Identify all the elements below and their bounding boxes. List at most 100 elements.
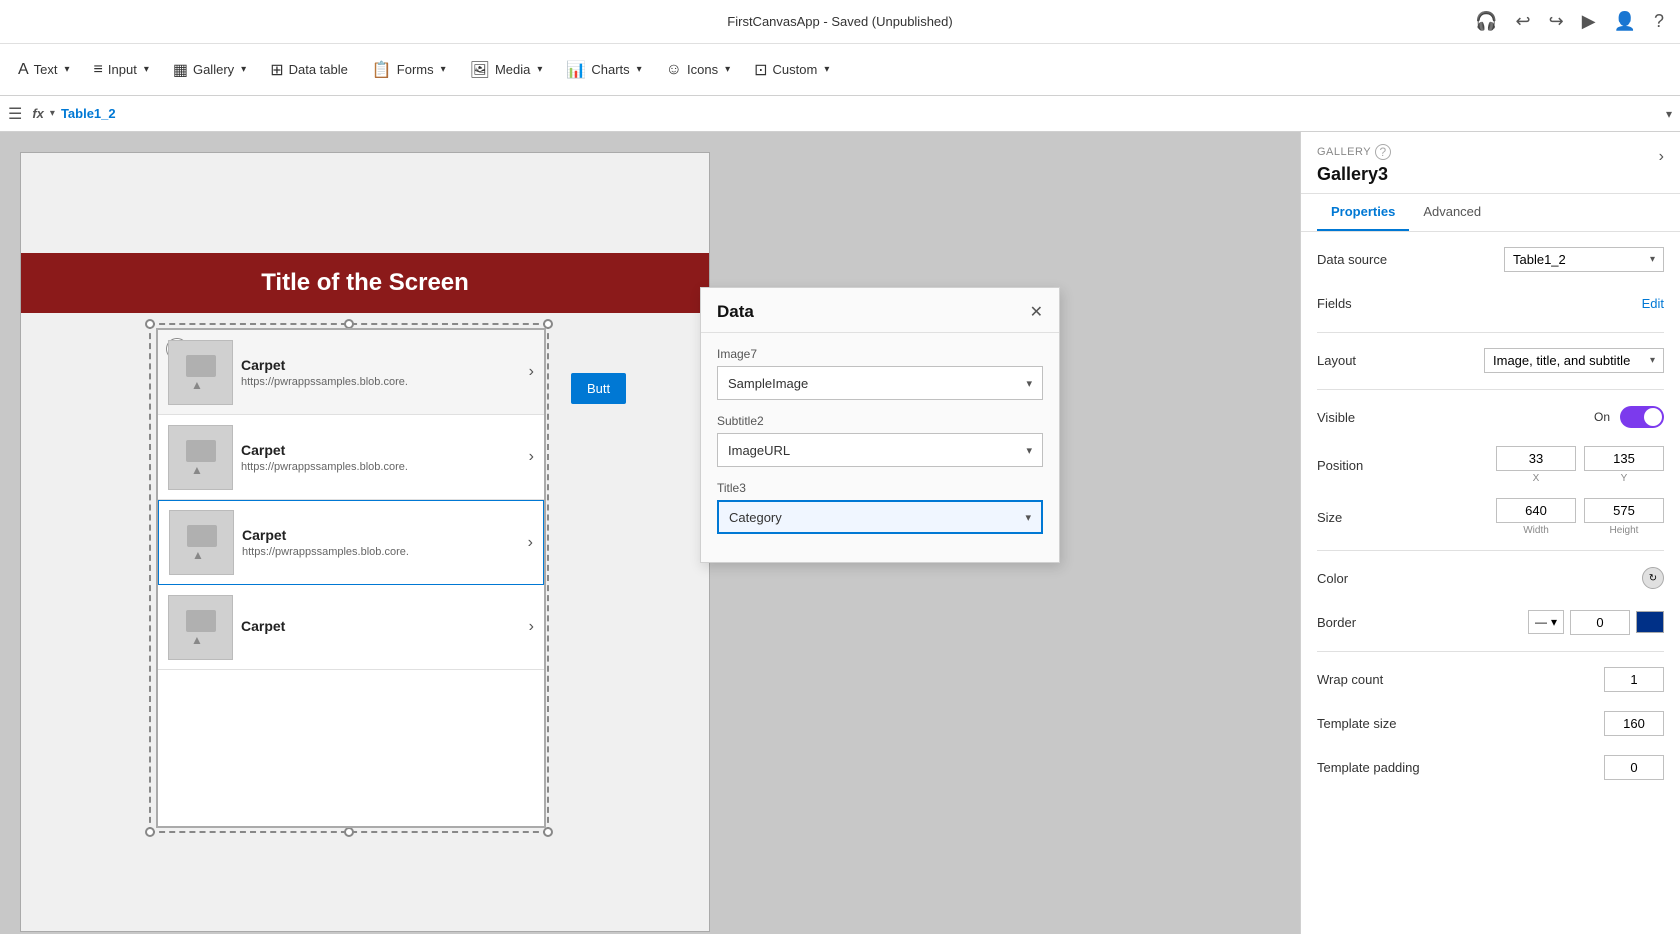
hamburger-icon[interactable]: ☰ xyxy=(8,104,22,124)
gallery-chevron: ▾ xyxy=(241,64,246,75)
prop-layout-arrow: ▾ xyxy=(1650,355,1655,366)
canvas-area[interactable]: Title of the Screen ✎ Carpet xyxy=(0,132,1300,934)
tab-advanced[interactable]: Advanced xyxy=(1409,194,1495,231)
handle-br[interactable] xyxy=(543,827,553,837)
text-label: Text xyxy=(34,62,58,77)
prop-fields-edit[interactable]: Edit xyxy=(1642,296,1664,311)
gallery-button[interactable]: ▦ Gallery ▾ xyxy=(163,54,256,86)
prop-templatesize-label: Template size xyxy=(1317,716,1437,731)
gallery-image-0 xyxy=(168,340,233,405)
input-button[interactable]: ≡ Input ▾ xyxy=(84,55,159,85)
prop-wrapcount-input[interactable] xyxy=(1604,667,1664,692)
prop-templatesize-input[interactable] xyxy=(1604,711,1664,736)
prop-wrapcount-label: Wrap count xyxy=(1317,672,1437,687)
gallery-item-title-3: Carpet xyxy=(241,618,521,634)
prop-size-width[interactable] xyxy=(1496,498,1576,523)
prop-datasource-dropdown[interactable]: Table1_2 ▾ xyxy=(1504,247,1664,272)
data-field-value-title3: Category xyxy=(729,510,782,525)
gallery-item-0[interactable]: ✎ Carpet https://pwrappssamples.blob.cor… xyxy=(158,330,544,415)
prop-size-xy: Width Height xyxy=(1496,498,1664,536)
formula-expand[interactable]: ▾ xyxy=(1666,107,1672,121)
prop-border-row: Border — ▾ xyxy=(1317,607,1664,637)
handle-bm[interactable] xyxy=(344,827,354,837)
formula-input[interactable] xyxy=(61,106,1660,121)
charts-button[interactable]: 📊 Charts ▾ xyxy=(556,54,651,86)
prop-visible-label: Visible xyxy=(1317,410,1437,425)
redo-icon[interactable]: ↪ xyxy=(1549,11,1564,32)
prop-templatepadding-input[interactable] xyxy=(1604,755,1664,780)
handle-tl[interactable] xyxy=(145,319,155,329)
charts-icon: 📊 xyxy=(566,60,586,80)
account-icon[interactable]: 👤 xyxy=(1614,11,1636,32)
gallery-item-info-0: Carpet https://pwrappssamples.blob.core. xyxy=(233,357,529,388)
text-button[interactable]: A Text ▾ xyxy=(8,55,80,85)
right-panel-expand-button[interactable]: › xyxy=(1659,148,1664,166)
gallery-name: Gallery3 xyxy=(1317,164,1664,185)
handle-bl[interactable] xyxy=(145,827,155,837)
play-icon[interactable]: ▶ xyxy=(1582,11,1596,32)
title-bar-icons: 🎧 ↩ ↪ ▶ 👤 ? xyxy=(1475,11,1664,32)
prop-position-y[interactable] xyxy=(1584,446,1664,471)
prop-templatepadding-row: Template padding xyxy=(1317,752,1664,782)
headset-icon[interactable]: 🎧 xyxy=(1475,11,1497,32)
prop-wrapcount-row: Wrap count xyxy=(1317,664,1664,694)
tab-properties[interactable]: Properties xyxy=(1317,194,1409,231)
gallery-item-title-0: Carpet xyxy=(241,357,521,373)
fx-arrow: ▾ xyxy=(50,108,55,119)
gallery-image-3 xyxy=(168,595,233,660)
custom-button[interactable]: ⊡ Custom ▾ xyxy=(744,54,839,86)
prop-layout-dropdown[interactable]: Image, title, and subtitle ▾ xyxy=(1484,348,1664,373)
media-button[interactable]: 🖼 Media ▾ xyxy=(460,54,553,86)
datatable-button[interactable]: ⊞ Data table xyxy=(260,54,358,86)
data-field-arrow-title3: ▾ xyxy=(1025,511,1031,524)
prop-border-width[interactable] xyxy=(1570,610,1630,635)
prop-position-y-group: Y xyxy=(1584,446,1664,484)
data-panel-close-button[interactable]: ✕ xyxy=(1030,302,1043,322)
prop-position-label: Position xyxy=(1317,458,1437,473)
prop-color-swatch[interactable]: ↻ xyxy=(1642,567,1664,589)
prop-position-x[interactable] xyxy=(1496,446,1576,471)
prop-border-style[interactable]: — ▾ xyxy=(1528,610,1564,634)
gallery-icon: ▦ xyxy=(173,60,188,80)
help-icon[interactable]: ? xyxy=(1654,11,1664,32)
prop-size-row: Size Width Height xyxy=(1317,498,1664,536)
gallery-item-1[interactable]: Carpet https://pwrappssamples.blob.core.… xyxy=(158,415,544,500)
data-field-label-image7: Image7 xyxy=(717,347,1043,361)
prop-border-color[interactable] xyxy=(1636,611,1664,633)
gallery-item-subtitle-1: https://pwrappssamples.blob.core. xyxy=(241,461,521,473)
text-chevron: ▾ xyxy=(65,64,70,75)
gallery-container[interactable]: ✎ Carpet https://pwrappssamples.blob.cor… xyxy=(156,328,546,828)
blue-button[interactable]: Butt xyxy=(571,373,626,404)
gallery-label-text: GALLERY xyxy=(1317,146,1371,158)
undo-icon[interactable]: ↩ xyxy=(1516,11,1531,32)
input-icon: ≡ xyxy=(94,61,103,79)
prop-size-height[interactable] xyxy=(1584,498,1664,523)
right-panel: GALLERY ? Gallery3 › Properties Advanced… xyxy=(1300,132,1680,934)
prop-position-x-label: X xyxy=(1533,473,1540,484)
data-field-value-subtitle2: ImageURL xyxy=(728,443,790,458)
icons-button[interactable]: ☺ Icons ▾ xyxy=(656,55,740,85)
data-field-dropdown-subtitle2[interactable]: ImageURL ▾ xyxy=(717,433,1043,467)
forms-button[interactable]: 📋 Forms ▾ xyxy=(362,54,456,86)
gallery-item-chevron-2: › xyxy=(528,534,533,552)
prop-border-label: Border xyxy=(1317,615,1437,630)
data-field-subtitle2: Subtitle2 ImageURL ▾ xyxy=(717,414,1043,467)
toggle-switch[interactable] xyxy=(1620,406,1664,428)
prop-position-xy: X Y xyxy=(1496,446,1664,484)
prop-datasource-label: Data source xyxy=(1317,252,1437,267)
gallery-item-info-3: Carpet xyxy=(233,618,529,637)
app-canvas: Title of the Screen ✎ Carpet xyxy=(20,152,710,932)
gallery-item-2[interactable]: Carpet https://pwrappssamples.blob.core.… xyxy=(158,500,544,585)
divider-2 xyxy=(1317,389,1664,390)
gallery-item-subtitle-0: https://pwrappssamples.blob.core. xyxy=(241,376,521,388)
data-panel-header: Data ✕ xyxy=(701,288,1059,333)
datatable-icon: ⊞ xyxy=(270,60,283,80)
data-panel: Data ✕ Image7 SampleImage ▾ Subtitle2 Im… xyxy=(700,287,1060,563)
gallery-item-3[interactable]: Carpet › xyxy=(158,585,544,670)
divider-1 xyxy=(1317,332,1664,333)
data-field-dropdown-image7[interactable]: SampleImage ▾ xyxy=(717,366,1043,400)
custom-label: Custom xyxy=(773,62,818,77)
data-field-dropdown-title3[interactable]: Category ▾ xyxy=(717,500,1043,534)
toggle-on-label: On xyxy=(1594,410,1610,424)
fx-label: fx xyxy=(32,106,44,121)
